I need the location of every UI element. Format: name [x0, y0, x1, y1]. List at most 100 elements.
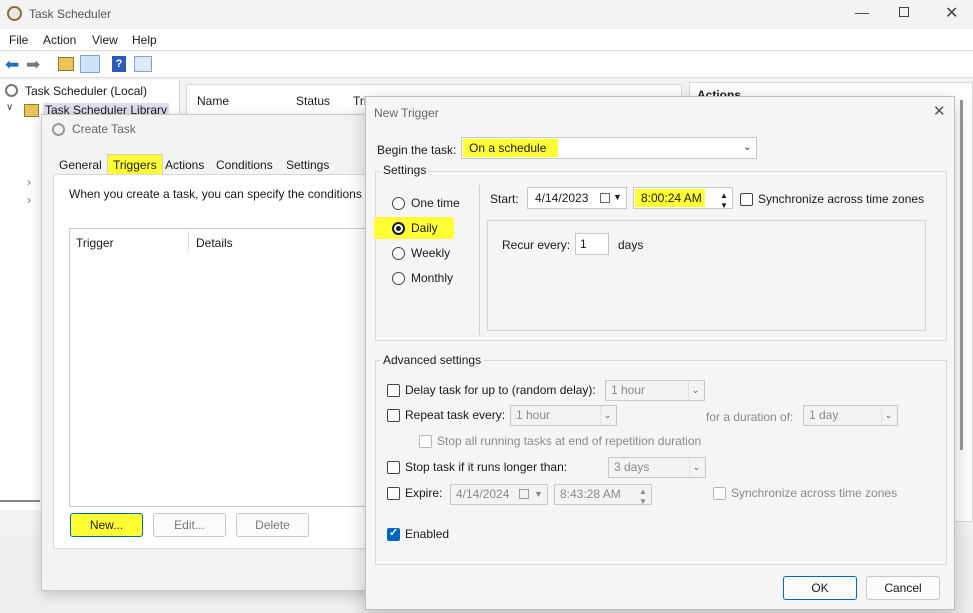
stop-if-checkbox[interactable]	[387, 461, 400, 474]
triggers-description: When you create a task, you can specify …	[69, 187, 369, 201]
expire-date-picker[interactable]: 4/14/2024 ▼	[450, 484, 548, 505]
tab-settings[interactable]: Settings	[286, 158, 329, 172]
triggers-tab-panel: When you create a task, you can specify …	[53, 174, 377, 549]
expire-time-picker[interactable]: 8:43:28 AM ▲ ▼	[554, 484, 652, 506]
repeat-checkbox[interactable]	[387, 409, 400, 422]
show-hide-tree-icon[interactable]	[80, 55, 100, 73]
delay-value: 1 hour	[611, 383, 646, 397]
create-task-icon	[52, 123, 65, 136]
menu-view[interactable]: View	[92, 33, 118, 47]
start-time-value: 8:00:24 AM	[641, 191, 702, 205]
tree-chevron-icon[interactable]: ›	[27, 193, 31, 207]
enabled-label[interactable]: Enabled	[405, 527, 449, 541]
calendar-icon[interactable]	[600, 193, 610, 203]
duration-label: for a duration of:	[706, 410, 794, 424]
delay-label[interactable]: Delay task for up to (random delay):	[405, 383, 596, 397]
chevron-down-icon[interactable]: ▼	[613, 188, 622, 207]
task-scheduler-local-icon	[5, 84, 18, 97]
menu-action[interactable]: Action	[43, 33, 76, 47]
repeat-select[interactable]: 1 hour ⌄	[510, 405, 617, 426]
new-button-label: New...	[89, 518, 124, 532]
menu-help[interactable]: Help	[132, 33, 157, 47]
expire-sync-checkbox[interactable]	[713, 487, 726, 500]
weekly-radio[interactable]	[392, 247, 405, 260]
monthly-radio[interactable]	[392, 272, 405, 285]
repeat-label[interactable]: Repeat task every:	[405, 408, 505, 422]
tab-actions[interactable]: Actions	[165, 158, 204, 172]
daily-radio[interactable]	[392, 222, 405, 235]
calendar-icon[interactable]	[519, 489, 529, 499]
expire-label[interactable]: Expire:	[405, 486, 442, 500]
new-trigger-title: New Trigger	[374, 106, 439, 120]
tree-expand-icon[interactable]: ∨	[6, 102, 13, 113]
folder-up-icon[interactable]	[58, 57, 74, 71]
begin-task-select[interactable]: On a schedule ⌄	[461, 137, 757, 159]
start-time-picker[interactable]: 8:00:24 AM ▲ ▼	[633, 187, 733, 210]
column-name[interactable]: Name	[197, 94, 229, 108]
expire-checkbox[interactable]	[387, 487, 400, 500]
tab-conditions[interactable]: Conditions	[216, 158, 273, 172]
column-details[interactable]: Details	[196, 236, 233, 250]
delete-trigger-button[interactable]: Delete	[236, 513, 309, 537]
start-date-value: 4/14/2023	[535, 191, 589, 205]
column-status[interactable]: Status	[296, 94, 330, 108]
close-icon[interactable]: ✕	[945, 3, 958, 23]
sync-time-zones-checkbox[interactable]	[740, 193, 753, 206]
settings-group-label: Settings	[380, 163, 430, 177]
enabled-checkbox[interactable]: ✓	[387, 527, 400, 541]
schedule-divider	[479, 185, 480, 335]
maximize-icon[interactable]	[899, 7, 909, 17]
recur-input[interactable]: 1	[575, 233, 609, 255]
column-trigger[interactable]: Trigger	[76, 236, 114, 250]
daily-radio-dot	[396, 226, 401, 231]
delay-checkbox[interactable]	[387, 384, 400, 397]
daily-label[interactable]: Daily	[411, 221, 438, 235]
dialog-close-icon[interactable]: ✕	[933, 102, 946, 120]
one-time-label[interactable]: One time	[411, 196, 460, 210]
tree-root[interactable]: Task Scheduler (Local)	[25, 84, 147, 98]
delay-select[interactable]: 1 hour ⌄	[605, 380, 705, 401]
menu-file[interactable]: File	[9, 33, 28, 47]
library-folder-icon	[24, 104, 39, 117]
start-label: Start:	[490, 192, 519, 206]
recur-panel	[487, 220, 926, 331]
monthly-label[interactable]: Monthly	[411, 271, 453, 285]
begin-task-label: Begin the task:	[377, 143, 457, 157]
spin-down-icon[interactable]: ▼	[720, 196, 728, 215]
one-time-radio[interactable]	[392, 197, 405, 210]
sync-time-zones-label[interactable]: Synchronize across time zones	[758, 192, 924, 206]
expire-sync-label[interactable]: Synchronize across time zones	[731, 486, 897, 500]
tab-general[interactable]: General	[59, 158, 102, 172]
cancel-button[interactable]: Cancel	[866, 576, 940, 600]
forward-icon[interactable]: ➡	[26, 55, 40, 75]
back-icon[interactable]: ⬅	[5, 55, 19, 75]
triggers-table: Trigger Details	[69, 228, 369, 507]
edit-trigger-button[interactable]: Edit...	[153, 513, 226, 537]
cancel-button-label: Cancel	[884, 581, 922, 595]
show-hide-action-pane-icon[interactable]	[134, 56, 152, 72]
ok-button-label: OK	[811, 581, 829, 595]
tab-triggers[interactable]: Triggers	[107, 154, 163, 175]
stop-all-checkbox[interactable]	[419, 435, 432, 448]
stop-if-select[interactable]: 3 days ⌄	[608, 457, 706, 478]
tree-horizontal-scrollbar[interactable]	[0, 500, 40, 502]
toolbar: ⬅ ➡ ?	[0, 52, 973, 78]
start-date-picker[interactable]: 4/14/2023 ▼	[527, 187, 627, 209]
minimize-icon[interactable]: —	[855, 4, 869, 20]
tree-chevron-icon[interactable]: ›	[27, 175, 31, 189]
edit-button-label: Edit...	[174, 518, 205, 532]
recur-unit: days	[618, 238, 644, 252]
stop-if-value: 3 days	[614, 460, 650, 474]
chevron-down-icon[interactable]: ▼	[534, 485, 543, 504]
spin-down-icon[interactable]: ▼	[639, 492, 647, 511]
stop-if-label[interactable]: Stop task if it runs longer than:	[405, 460, 567, 474]
stop-all-label[interactable]: Stop all running tasks at end of repetit…	[437, 434, 701, 448]
ok-button[interactable]: OK	[783, 576, 857, 600]
delete-button-label: Delete	[255, 518, 290, 532]
duration-select[interactable]: 1 day ⌄	[803, 405, 898, 426]
chevron-down-icon: ⌄	[600, 406, 614, 425]
weekly-label[interactable]: Weekly	[411, 246, 450, 260]
new-trigger-button[interactable]: New...	[70, 513, 143, 537]
actions-scrollbar[interactable]	[960, 100, 963, 450]
help-icon[interactable]: ?	[112, 56, 126, 72]
